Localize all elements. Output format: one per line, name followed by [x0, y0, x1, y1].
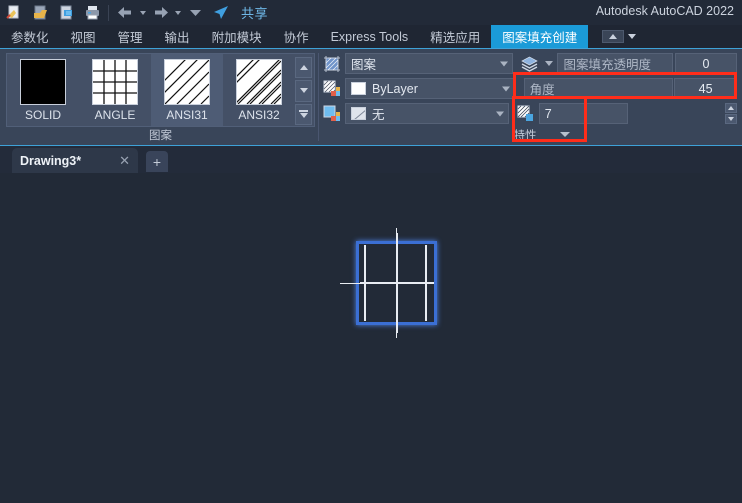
chevron-up-icon — [299, 65, 308, 71]
background-color-value: 无 — [372, 108, 385, 122]
properties-row-2: ByLayer 角度 45 — [322, 77, 737, 100]
chevron-up-icon — [727, 106, 734, 110]
hatch-type-dropdown[interactable]: 图案 — [345, 53, 513, 74]
pattern-gallery-expand-button[interactable] — [295, 103, 312, 125]
pattern-label-ansi31: ANSI31 — [166, 108, 208, 122]
ribbon-minimize-group — [588, 25, 637, 48]
qat-plot-icon[interactable] — [80, 2, 104, 24]
document-tab-drawing3[interactable]: Drawing3* ✕ — [12, 148, 138, 174]
chevron-down-icon — [727, 117, 734, 121]
qat-save-icon[interactable] — [54, 2, 78, 24]
scale-increment-button[interactable] — [724, 103, 737, 113]
chevron-down-icon — [299, 88, 308, 94]
title-bar: 共享 Autodesk AutoCAD 2022 — [0, 0, 742, 25]
hatch-background-icon — [322, 104, 342, 124]
pattern-panel-label: 图案 — [149, 130, 172, 142]
drawing-canvas[interactable] — [0, 173, 742, 503]
no-color-swatch — [351, 107, 366, 120]
angle-label-field[interactable]: 角度 — [523, 78, 674, 99]
pattern-label-ansi32: ANSI32 — [238, 108, 280, 122]
redo-dropdown-icon[interactable] — [175, 10, 181, 15]
transparency-value[interactable]: 0 — [674, 53, 738, 74]
properties-row-1: 图案 图案填充透明度 0 — [322, 52, 738, 75]
expand-gallery-icon — [299, 110, 308, 119]
crosshair-horizontal — [340, 283, 398, 284]
qat-open-icon[interactable] — [28, 2, 52, 24]
new-drawing-button[interactable]: + — [146, 151, 168, 172]
close-icon[interactable]: ✕ — [119, 153, 130, 169]
pattern-swatch-ansi31[interactable]: ANSI31 — [151, 47, 223, 126]
undo-dropdown-icon[interactable] — [140, 10, 146, 15]
ribbon-tab-addins[interactable]: 附加模块 — [201, 25, 273, 48]
pattern-gallery-scrollbar[interactable] — [295, 57, 312, 125]
ribbon-tab-featured-apps[interactable]: 精选应用 — [419, 25, 491, 48]
chevron-down-icon — [495, 111, 504, 116]
app-title: Autodesk AutoCAD 2022 — [595, 4, 734, 18]
chevron-down-icon — [501, 86, 510, 91]
hatch-color-dropdown[interactable]: ByLayer — [345, 78, 515, 99]
ribbon-tab-hatch-creation[interactable]: 图案填充创建 — [491, 25, 589, 48]
scale-value-field[interactable]: 7 — [538, 103, 628, 124]
properties-panel-label: 特性 — [513, 130, 537, 142]
pattern-preview-ansi32 — [224, 47, 282, 105]
document-tab-label: Drawing3* — [20, 154, 82, 168]
layer-dropdown-icon[interactable] — [543, 61, 555, 66]
scale-value: 7 — [544, 106, 552, 121]
qat-new-icon[interactable] — [2, 2, 26, 24]
properties-panel: 图案 图案填充透明度 0 ByLayer 角度 45 无 7 — [322, 52, 738, 127]
hatch-color-icon — [322, 79, 342, 99]
color-preview-swatch — [351, 82, 366, 95]
pattern-swatch-ansi32[interactable]: ANSI32 — [223, 47, 295, 126]
scale-stepper[interactable] — [724, 103, 737, 124]
chevron-down-icon — [499, 61, 508, 66]
document-tab-bar: Drawing3* ✕ + — [0, 145, 742, 174]
ribbon-tab-manage[interactable]: 管理 — [107, 25, 154, 48]
pattern-preview-solid — [20, 59, 66, 105]
panel-divider-1 — [318, 53, 319, 141]
pattern-scroll-down-button[interactable] — [295, 80, 312, 102]
ribbon-minimize-icon[interactable] — [602, 30, 625, 43]
quick-access-toolbar: 共享 — [0, 2, 268, 24]
hatch-scale-icon — [516, 104, 536, 124]
properties-row-3: 无 7 — [322, 102, 737, 125]
ribbon-tab-bar: 参数化 视图 管理 输出 附加模块 协作 Express Tools 精选应用 … — [0, 25, 742, 49]
angle-label: 角度 — [529, 83, 555, 97]
ribbon-tab-output[interactable]: 输出 — [154, 25, 201, 48]
ribbon-tab-parametric[interactable]: 参数化 — [0, 25, 60, 48]
share-label[interactable]: 共享 — [241, 3, 268, 22]
hatch-type-value: 图案 — [351, 58, 377, 72]
qat-undo-icon[interactable] — [113, 2, 137, 24]
scale-decrement-button[interactable] — [724, 114, 737, 124]
pattern-gallery[interactable]: SOLID ANGLE ANSI31 ANSI32 — [6, 47, 315, 127]
pattern-preview-angle — [92, 59, 138, 105]
autocad-window: 共享 Autodesk AutoCAD 2022 参数化 视图 管理 输出 附加… — [0, 0, 742, 503]
angle-value[interactable]: 45 — [674, 78, 737, 99]
layer-icon — [520, 54, 540, 74]
pattern-label-solid: SOLID — [24, 108, 61, 122]
qat-share-icon[interactable] — [209, 2, 233, 24]
transparency-label-field[interactable]: 图案填充透明度 — [557, 53, 673, 74]
qat-customize-icon[interactable] — [183, 2, 207, 24]
qat-divider — [108, 4, 109, 21]
hatch-color-value: ByLayer — [372, 81, 418, 96]
ribbon-options-dropdown-icon[interactable] — [628, 34, 637, 39]
properties-panel-expand-icon[interactable] — [560, 132, 570, 137]
pattern-label-angle: ANGLE — [94, 108, 136, 122]
pattern-swatch-angle[interactable]: ANGLE — [79, 54, 151, 126]
ribbon-tab-view[interactable]: 视图 — [60, 25, 107, 48]
ribbon-tab-express-tools[interactable]: Express Tools — [320, 25, 420, 48]
pattern-preview-ansi31 — [152, 47, 210, 105]
transparency-label: 图案填充透明度 — [563, 58, 651, 72]
background-color-dropdown[interactable]: 无 — [345, 103, 509, 124]
ribbon-tab-collaborate[interactable]: 协作 — [273, 25, 320, 48]
pattern-scroll-up-button[interactable] — [295, 57, 312, 79]
pattern-swatch-solid[interactable]: SOLID — [7, 54, 79, 126]
qat-redo-icon[interactable] — [148, 2, 172, 24]
crosshair-vertical — [396, 228, 397, 338]
hatch-type-icon — [322, 54, 342, 74]
ribbon-body: SOLID ANGLE ANSI31 ANSI32 图案 图案 图案填充透明度 … — [0, 47, 742, 145]
